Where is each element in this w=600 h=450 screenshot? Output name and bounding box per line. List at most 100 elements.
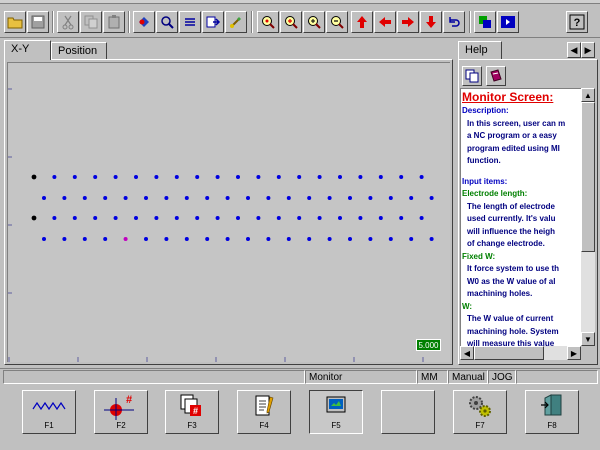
save-icon[interactable] — [27, 11, 49, 33]
f3-button[interactable]: # F3 — [165, 390, 219, 434]
copy-icon[interactable] — [80, 11, 102, 33]
scroll-down-icon[interactable]: ▼ — [581, 332, 595, 346]
help-vertical-scrollbar[interactable]: ▲ ▼ — [581, 88, 595, 346]
machining-hole-point[interactable] — [184, 237, 189, 241]
machining-hole-point[interactable] — [184, 196, 189, 200]
zoom-out-icon[interactable] — [326, 11, 348, 33]
machining-hole-point[interactable] — [72, 216, 77, 220]
machining-hole-point[interactable] — [317, 175, 322, 179]
machining-hole-point[interactable] — [174, 216, 179, 220]
copy-pages-icon[interactable] — [462, 66, 482, 86]
paste-icon[interactable] — [103, 11, 125, 33]
f2-button[interactable]: # F2 — [94, 390, 148, 434]
f8-button[interactable]: F8 — [525, 390, 579, 434]
machining-hole-point[interactable] — [409, 196, 414, 200]
machining-hole-point[interactable] — [164, 237, 169, 241]
machining-hole-point[interactable] — [286, 237, 291, 241]
scroll-up-icon[interactable]: ▲ — [581, 88, 595, 102]
zoom-in-icon[interactable] — [257, 11, 279, 33]
scroll-right-icon[interactable]: ▶ — [567, 346, 581, 360]
machining-hole-point[interactable] — [144, 237, 148, 241]
machining-hole-point[interactable] — [144, 196, 148, 200]
machining-hole-point[interactable] — [378, 175, 383, 179]
machining-hole-point[interactable] — [195, 175, 200, 179]
machining-hole-point[interactable] — [113, 216, 118, 220]
machining-hole-point[interactable] — [256, 175, 261, 179]
machining-hole-point[interactable] — [419, 175, 424, 179]
machining-hole-point[interactable] — [338, 175, 342, 179]
machining-hole-point[interactable] — [399, 216, 404, 220]
scroll-left-icon[interactable]: ◀ — [460, 346, 474, 360]
search-icon[interactable] — [156, 11, 178, 33]
f5-button[interactable]: F5 — [309, 390, 363, 434]
machining-hole-point[interactable] — [215, 175, 220, 179]
tab-position[interactable]: Position — [51, 42, 107, 59]
machining-hole-point[interactable] — [307, 237, 312, 241]
machining-hole-point[interactable] — [62, 196, 67, 200]
machining-hole-point[interactable] — [134, 216, 138, 220]
f4-button[interactable]: F4 — [237, 390, 291, 434]
machining-hole-point[interactable] — [266, 237, 271, 241]
export-icon[interactable] — [202, 11, 224, 33]
machining-hole-point[interactable] — [123, 196, 128, 200]
machining-hole-point[interactable] — [368, 196, 373, 200]
machining-hole-point[interactable] — [205, 196, 210, 200]
zoom-in-small-icon[interactable] — [303, 11, 325, 33]
xy-plot[interactable] — [7, 62, 450, 362]
machining-hole-point[interactable] — [82, 237, 87, 241]
machining-hole-point[interactable] — [72, 175, 77, 179]
machining-hole-point[interactable] — [93, 216, 98, 220]
arrow-up-icon[interactable] — [351, 11, 373, 33]
machining-hole-point[interactable] — [317, 216, 322, 220]
machining-hole-point[interactable] — [266, 196, 271, 200]
machining-hole-point[interactable] — [256, 216, 261, 220]
zoom-plus-icon[interactable] — [280, 11, 302, 33]
machining-hole-point[interactable] — [42, 237, 46, 241]
machining-hole-point[interactable] — [297, 216, 302, 220]
machining-hole-point[interactable] — [429, 196, 434, 200]
machining-hole-point[interactable] — [276, 175, 281, 179]
machining-hole-point[interactable] — [378, 216, 383, 220]
machining-hole-point[interactable] — [388, 196, 393, 200]
machining-hole-point[interactable] — [236, 216, 240, 220]
machining-hole-point[interactable] — [368, 237, 373, 241]
tab-xy[interactable]: X-Y — [4, 40, 51, 60]
brush-icon[interactable] — [225, 11, 247, 33]
machining-hole-point[interactable] — [409, 237, 414, 241]
scroll-thumb-horizontal[interactable] — [474, 346, 544, 360]
help-icon[interactable]: ? — [566, 11, 588, 33]
machining-hole-point[interactable] — [42, 196, 46, 200]
machining-hole-point[interactable] — [103, 196, 108, 200]
machining-hole-point[interactable] — [327, 237, 332, 241]
machining-hole-point[interactable] — [31, 174, 37, 180]
f7-button[interactable]: F7 — [453, 390, 507, 434]
machining-hole-point[interactable] — [93, 175, 98, 179]
machining-hole-point[interactable] — [225, 237, 230, 241]
machining-hole-point[interactable] — [164, 196, 169, 200]
open-folder-icon[interactable] — [4, 11, 26, 33]
machining-hole-point[interactable] — [113, 175, 118, 179]
machining-hole-point[interactable] — [307, 196, 312, 200]
machining-hole-point[interactable] — [174, 175, 179, 179]
machining-hole-point[interactable] — [52, 216, 57, 220]
arrow-right-icon[interactable] — [397, 11, 419, 33]
machining-hole-point[interactable] — [215, 216, 220, 220]
tab-scroll-left-icon[interactable]: ◀ — [567, 42, 581, 58]
arrow-down-icon[interactable] — [420, 11, 442, 33]
machining-hole-point[interactable] — [195, 216, 200, 220]
machining-hole-point[interactable] — [348, 237, 352, 241]
machining-hole-point[interactable] — [154, 216, 159, 220]
machining-hole-point[interactable] — [103, 237, 108, 241]
help-horizontal-scrollbar[interactable]: ◀ ▶ — [460, 346, 581, 360]
machining-hole-point[interactable] — [205, 237, 210, 241]
machining-hole-point[interactable] — [429, 237, 434, 241]
machining-hole-point[interactable] — [388, 237, 393, 241]
book-icon[interactable] — [486, 66, 506, 86]
scroll-thumb-vertical[interactable] — [581, 102, 595, 252]
machining-hole-point[interactable] — [82, 196, 87, 200]
machining-hole-point[interactable] — [225, 196, 230, 200]
undo-icon[interactable] — [443, 11, 465, 33]
machining-hole-point[interactable] — [297, 175, 302, 179]
machining-hole-point[interactable] — [338, 216, 342, 220]
machining-hole-point[interactable] — [286, 196, 291, 200]
